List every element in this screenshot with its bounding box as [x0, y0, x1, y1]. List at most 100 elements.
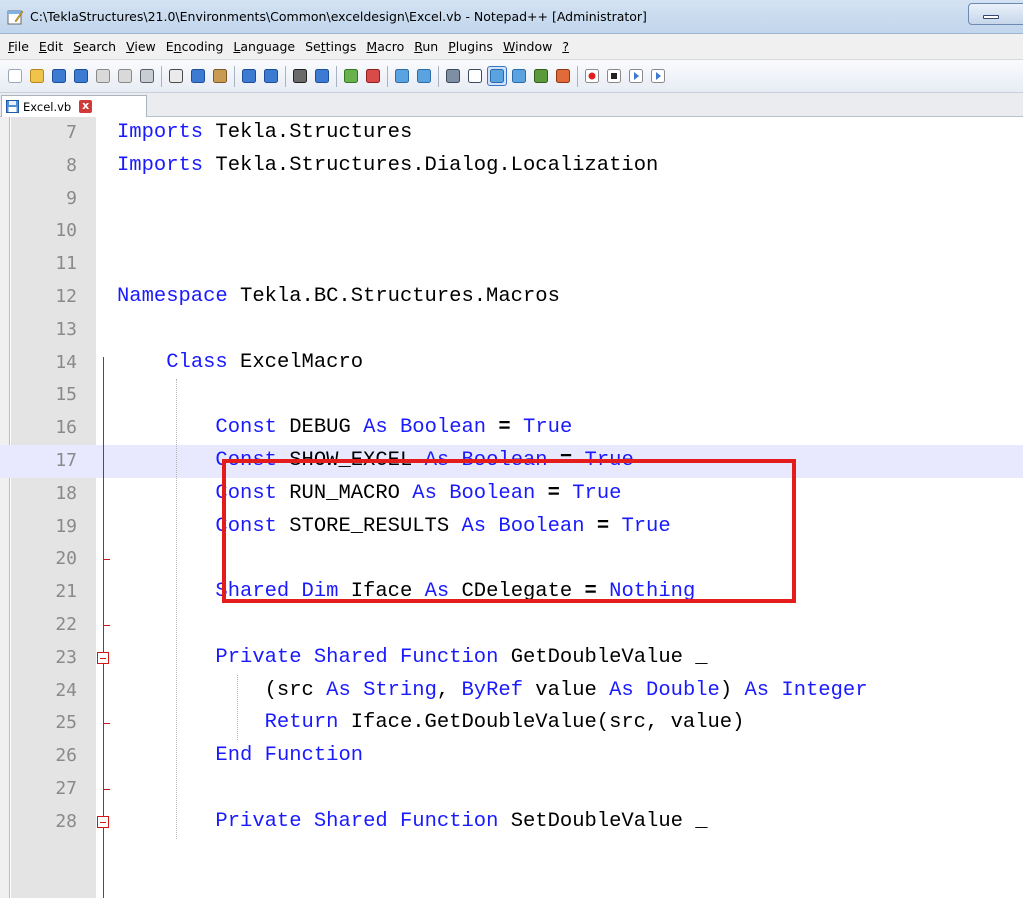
save-all-icon[interactable] — [72, 67, 90, 85]
keyword-token: Boolean — [399, 416, 487, 440]
undo-icon[interactable] — [240, 67, 258, 85]
code-line[interactable]: 27 — [0, 773, 1023, 806]
show-all-chars-icon[interactable] — [466, 67, 484, 85]
run-macro-multiple-icon[interactable] — [649, 67, 667, 85]
sync-horizontal-icon[interactable] — [415, 67, 433, 85]
indent-guide-icon[interactable] — [487, 66, 507, 86]
code-line[interactable]: 28 Private Shared Function SetDoubleValu… — [0, 806, 1023, 839]
menu-item[interactable]: Run — [410, 39, 444, 54]
code-line[interactable]: 13 — [0, 314, 1023, 347]
print-icon[interactable] — [138, 67, 156, 85]
doc-map-icon[interactable] — [532, 67, 550, 85]
open-file-icon[interactable] — [28, 67, 46, 85]
indent-guide — [176, 379, 177, 839]
tab-excel-vb[interactable]: Excel.vb x — [1, 95, 147, 117]
code-line[interactable]: 15 — [0, 379, 1023, 412]
toolbar-separator — [387, 66, 388, 87]
replace-icon[interactable] — [313, 67, 331, 85]
window-title: C:\TeklaStructures\21.0\Environments\Com… — [30, 9, 647, 24]
keyword-token: Imports — [117, 121, 204, 144]
code-token: (src — [117, 678, 327, 702]
keyword-token: String — [363, 678, 437, 702]
play-macro-icon[interactable] — [627, 67, 645, 85]
menu-item[interactable]: Search — [69, 39, 122, 54]
code-token: , — [436, 678, 462, 702]
keyword-token: Function — [264, 744, 364, 768]
find-icon[interactable] — [291, 67, 309, 85]
menu-item[interactable]: Edit — [35, 39, 69, 54]
line-number: 10 — [55, 220, 77, 242]
menu-item[interactable]: File — [4, 39, 35, 54]
user-language-icon[interactable] — [510, 67, 528, 85]
zoom-out-icon[interactable] — [364, 67, 382, 85]
fold-toggle-icon[interactable] — [97, 815, 109, 828]
code-line[interactable]: 23 Private Shared Function GetDoubleValu… — [0, 642, 1023, 675]
menu-item[interactable]: Window — [499, 39, 558, 54]
code-line[interactable]: 14 Class ExcelMacro — [0, 347, 1023, 380]
keyword-token: Function — [399, 645, 499, 669]
fold-toggle-icon[interactable] — [97, 651, 109, 664]
menu-item[interactable]: Macro — [362, 39, 410, 54]
sync-vertical-icon[interactable] — [393, 67, 411, 85]
stop-macro-icon[interactable] — [605, 67, 623, 85]
fold-end-marker — [103, 625, 110, 626]
menu-item[interactable]: ? — [558, 39, 575, 54]
code-line[interactable]: 7 Imports Tekla.Structures — [0, 117, 1023, 150]
close-all-icon[interactable] — [116, 67, 134, 85]
minimize-button[interactable] — [968, 3, 1023, 25]
close-icon[interactable] — [94, 67, 112, 85]
code-token: value — [523, 678, 610, 702]
code-line[interactable]: 24 (src As String, ByRef value As Double… — [0, 675, 1023, 708]
menu-item[interactable]: Encoding — [162, 39, 230, 54]
copy-icon[interactable] — [189, 67, 207, 85]
line-number: 22 — [55, 614, 77, 635]
line-number: 25 — [55, 712, 77, 734]
tab-close-icon[interactable]: x — [79, 100, 93, 113]
code-line[interactable]: 9 — [0, 183, 1023, 216]
keyword-token: Shared — [313, 645, 388, 669]
code-token: Tekla.Structures.Dialog.Localization — [203, 153, 659, 177]
code-token: GetDoubleValue _ — [498, 645, 708, 669]
code-editor[interactable]: 7 Imports Tekla.Structures 8 Imports Tekla.… — [0, 117, 1023, 898]
keyword-token: Double — [646, 678, 720, 702]
code-text: (src As String, ByRef value As Double) A… — [117, 679, 868, 702]
indent-guide — [237, 674, 238, 741]
code-line[interactable]: 22 — [0, 609, 1023, 642]
paste-icon[interactable] — [211, 67, 229, 85]
line-number: 27 — [55, 778, 77, 799]
word-wrap-icon[interactable] — [444, 67, 462, 85]
code-line[interactable]: 25 Return Iface.GetDoubleValue(src, valu… — [0, 707, 1023, 740]
code-line[interactable]: 26 End Function — [0, 740, 1023, 773]
code-line[interactable]: 11 — [0, 248, 1023, 281]
line-number: 21 — [55, 581, 77, 603]
code-line[interactable]: 16 Const DEBUG As Boolean = True — [0, 412, 1023, 445]
code-text: End Function — [117, 744, 363, 767]
cut-icon[interactable] — [167, 67, 185, 85]
toolbar-separator — [577, 66, 578, 87]
code-line[interactable]: 8 Imports Tekla.Structures.Dialog.Localiz… — [0, 150, 1023, 183]
code-text: Namespace Tekla.BC.Structures.Macros — [117, 285, 560, 308]
toolbar — [0, 60, 1023, 93]
keyword-token: End — [215, 744, 253, 768]
tab-bar: Excel.vb x — [0, 93, 1023, 117]
function-list-icon[interactable] — [554, 67, 572, 85]
menu-item[interactable]: Plugins — [444, 39, 499, 54]
new-file-icon[interactable] — [6, 67, 24, 85]
zoom-in-icon[interactable] — [342, 67, 360, 85]
code-line[interactable]: 10 — [0, 215, 1023, 248]
code-line[interactable]: 12 Namespace Tekla.BC.Structures.Macros — [0, 281, 1023, 314]
record-macro-icon[interactable] — [583, 67, 601, 85]
menu-item[interactable]: View — [122, 39, 162, 54]
save-icon[interactable] — [50, 67, 68, 85]
menu-item[interactable]: Language — [229, 39, 301, 54]
menu-item[interactable]: Settings — [301, 39, 362, 54]
redo-icon[interactable] — [262, 67, 280, 85]
